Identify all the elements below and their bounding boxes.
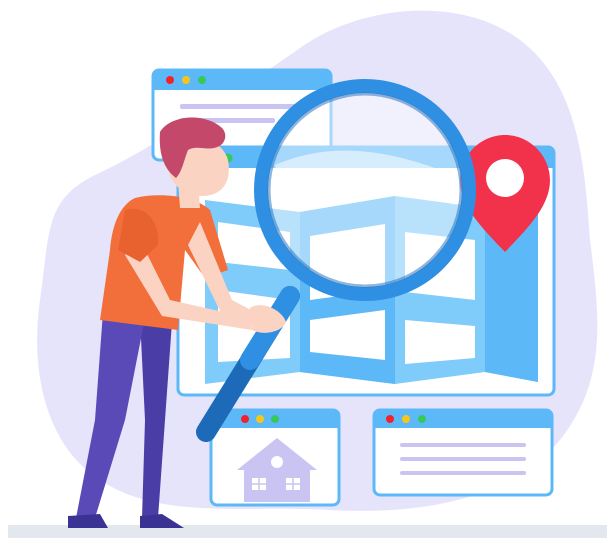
map-search-illustration bbox=[8, 10, 607, 538]
shoe bbox=[68, 514, 108, 528]
window-dot-green bbox=[198, 76, 206, 84]
browser-window-house bbox=[209, 408, 341, 507]
browser-window-text bbox=[372, 408, 554, 497]
window-dot-red bbox=[166, 76, 174, 84]
window-dot-yellow bbox=[182, 76, 190, 84]
shoe bbox=[140, 514, 184, 528]
